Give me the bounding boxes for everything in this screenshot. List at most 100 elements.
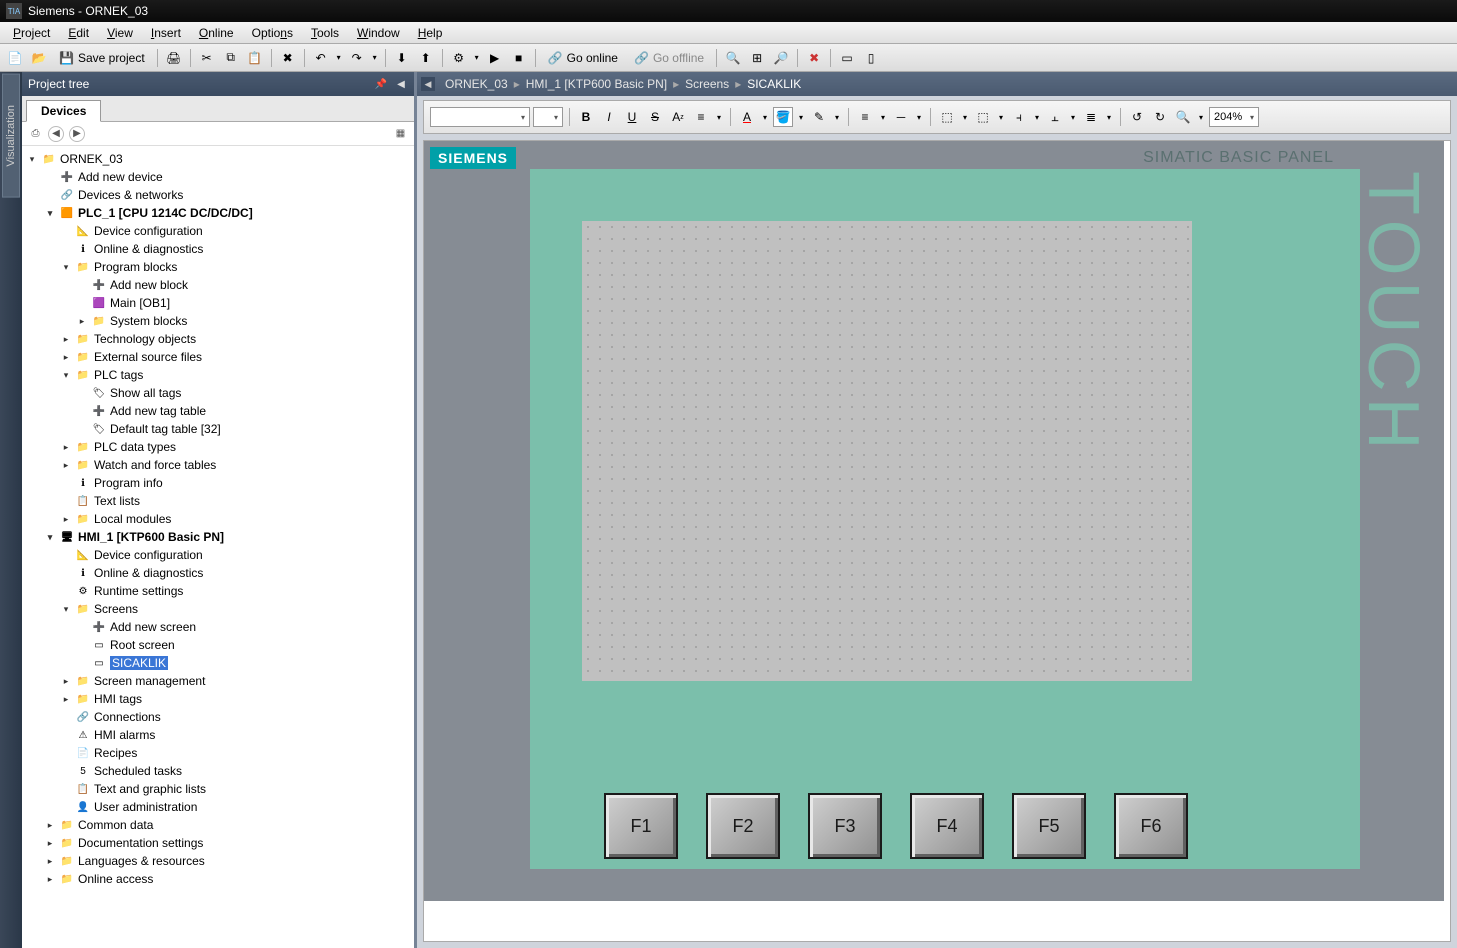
fkey-f6[interactable]: F6 bbox=[1114, 793, 1188, 859]
zoom-fit-dropdown[interactable]: ▾ bbox=[1196, 107, 1206, 127]
tree-plc-data-types[interactable]: ▸📁PLC data types bbox=[22, 438, 414, 456]
tree-collapse-icon[interactable]: ▦ bbox=[393, 126, 408, 141]
tree-runtime-settings[interactable]: ⚙Runtime settings bbox=[22, 582, 414, 600]
devices-tab[interactable]: Devices bbox=[26, 100, 101, 122]
split-vertical-button[interactable]: ▯ bbox=[860, 47, 882, 69]
tree-common-data[interactable]: ▸📁Common data bbox=[22, 816, 414, 834]
breadcrumb-3[interactable]: SICAKLIK bbox=[747, 77, 801, 91]
stop-runtime-button[interactable]: ■ bbox=[508, 47, 530, 69]
strike-button[interactable]: S bbox=[645, 107, 665, 127]
tree-hmi-online[interactable]: ℹOnline & diagnostics bbox=[22, 564, 414, 582]
tree-lang-resources[interactable]: ▸📁Languages & resources bbox=[22, 852, 414, 870]
breadcrumb-1[interactable]: HMI_1 [KTP600 Basic PN] bbox=[526, 77, 667, 91]
tree-hmi[interactable]: ▾🖥HMI_1 [KTP600 Basic PN] bbox=[22, 528, 414, 546]
font-family-combo[interactable]: ▾ bbox=[430, 107, 530, 127]
tree-text-lists[interactable]: 📋Text lists bbox=[22, 492, 414, 510]
layers-button[interactable]: ≣ bbox=[1081, 107, 1101, 127]
new-project-button[interactable]: 📄 bbox=[4, 47, 26, 69]
align-dropdown[interactable]: ▾ bbox=[878, 107, 888, 127]
fill-color-dropdown[interactable]: ▾ bbox=[796, 107, 806, 127]
menu-tools[interactable]: Tools bbox=[302, 24, 348, 42]
tree-show-all-tags[interactable]: 🏷Show all tags bbox=[22, 384, 414, 402]
menu-help[interactable]: Help bbox=[409, 24, 452, 42]
text-props-button[interactable]: ≡ bbox=[691, 107, 711, 127]
tree-online-access[interactable]: ▸📁Online access bbox=[22, 870, 414, 888]
tree-root[interactable]: ▾📁ORNEK_03 bbox=[22, 150, 414, 168]
italic-button[interactable]: I bbox=[599, 107, 619, 127]
tree-hmi-tags[interactable]: ▸📁HMI tags bbox=[22, 690, 414, 708]
undo-button[interactable]: ↶ bbox=[310, 47, 332, 69]
tree-doc-settings[interactable]: ▸📁Documentation settings bbox=[22, 834, 414, 852]
font-color-dropdown[interactable]: ▾ bbox=[760, 107, 770, 127]
send-back-button[interactable]: ⬚ bbox=[973, 107, 993, 127]
tree-main-ob1[interactable]: 🟪Main [OB1] bbox=[22, 294, 414, 312]
tree-scroll[interactable]: ▾📁ORNEK_03 ➕Add new device 🔗Devices & ne… bbox=[22, 146, 414, 948]
cut-button[interactable]: ✂ bbox=[196, 47, 218, 69]
tree-fwd-icon[interactable]: ▶ bbox=[69, 126, 85, 142]
go-offline-button[interactable]: 🔗 Go offline bbox=[627, 47, 711, 69]
distribute-button[interactable]: ⫠ bbox=[1045, 107, 1065, 127]
zoom-fit-button[interactable]: 🔍 bbox=[1173, 107, 1193, 127]
tree-scheduled-tasks[interactable]: 5Scheduled tasks bbox=[22, 762, 414, 780]
underline-button[interactable]: U bbox=[622, 107, 642, 127]
align-obj-button[interactable]: ⫞ bbox=[1009, 107, 1029, 127]
menu-edit[interactable]: Edit bbox=[59, 24, 98, 42]
breadcrumb-2[interactable]: Screens bbox=[685, 77, 729, 91]
rotate-left-button[interactable]: ↺ bbox=[1127, 107, 1147, 127]
align-obj-dropdown[interactable]: ▾ bbox=[1032, 107, 1042, 127]
menu-insert[interactable]: Insert bbox=[142, 24, 190, 42]
tree-add-device[interactable]: ➕Add new device bbox=[22, 168, 414, 186]
border-button[interactable]: ─ bbox=[891, 107, 911, 127]
tree-screen-mgmt[interactable]: ▸📁Screen management bbox=[22, 672, 414, 690]
tree-default-tag-table[interactable]: 🏷Default tag table [32] bbox=[22, 420, 414, 438]
align-button[interactable]: ≡ bbox=[855, 107, 875, 127]
tree-ext-src[interactable]: ▸📁External source files bbox=[22, 348, 414, 366]
delete-button[interactable]: ✖ bbox=[277, 47, 299, 69]
fkey-f2[interactable]: F2 bbox=[706, 793, 780, 859]
menu-window[interactable]: Window bbox=[348, 24, 409, 42]
tree-device-config[interactable]: 📐Device configuration bbox=[22, 222, 414, 240]
font-size-combo[interactable]: ▾ bbox=[533, 107, 563, 127]
line-color-button[interactable]: ✎ bbox=[809, 107, 829, 127]
save-project-button[interactable]: 💾 Save project bbox=[52, 47, 152, 69]
tree-add-tag-table[interactable]: ➕Add new tag table bbox=[22, 402, 414, 420]
tree-sicaklik-screen[interactable]: ▭SICAKLIK bbox=[22, 654, 414, 672]
bold-button[interactable]: B bbox=[576, 107, 596, 127]
border-dropdown[interactable]: ▾ bbox=[914, 107, 924, 127]
menu-project[interactable]: Project bbox=[4, 24, 59, 42]
tree-add-screen[interactable]: ➕Add new screen bbox=[22, 618, 414, 636]
start-runtime-button[interactable]: ▶ bbox=[484, 47, 506, 69]
hmi-screen-area[interactable] bbox=[582, 221, 1192, 681]
tree-recipes[interactable]: 📄Recipes bbox=[22, 744, 414, 762]
text-dropdown[interactable]: ▾ bbox=[714, 107, 724, 127]
visualization-side-tab[interactable]: Visualization bbox=[2, 74, 20, 198]
line-color-dropdown[interactable]: ▾ bbox=[832, 107, 842, 127]
search-button[interactable]: 🔎 bbox=[770, 47, 792, 69]
fkey-f3[interactable]: F3 bbox=[808, 793, 882, 859]
cross-ref-button[interactable]: ⊞ bbox=[746, 47, 768, 69]
tree-program-blocks[interactable]: ▾📁Program blocks bbox=[22, 258, 414, 276]
tree-back-icon[interactable]: ◀ bbox=[48, 126, 64, 142]
fkey-f4[interactable]: F4 bbox=[910, 793, 984, 859]
font-color-button[interactable]: A bbox=[737, 107, 757, 127]
bring-front-button[interactable]: ⬚ bbox=[937, 107, 957, 127]
tree-program-info[interactable]: ℹProgram info bbox=[22, 474, 414, 492]
tree-devices-networks[interactable]: 🔗Devices & networks bbox=[22, 186, 414, 204]
accessible-devices-button[interactable]: 🔍 bbox=[722, 47, 744, 69]
tree-tech-obj[interactable]: ▸📁Technology objects bbox=[22, 330, 414, 348]
upload-button[interactable]: ⬆ bbox=[415, 47, 437, 69]
collapse-left-icon[interactable]: ◀ bbox=[394, 77, 408, 91]
tree-add-block[interactable]: ➕Add new block bbox=[22, 276, 414, 294]
redo-button[interactable]: ↷ bbox=[346, 47, 368, 69]
compile-button[interactable]: ⚙ bbox=[448, 47, 470, 69]
print-button[interactable]: 🖨 bbox=[163, 47, 185, 69]
tree-hmi-alarms[interactable]: ⚠HMI alarms bbox=[22, 726, 414, 744]
breadcrumb-0[interactable]: ORNEK_03 bbox=[445, 77, 508, 91]
tree-text-graphic[interactable]: 📋Text and graphic lists bbox=[22, 780, 414, 798]
paste-button[interactable]: 📋 bbox=[244, 47, 266, 69]
menu-options[interactable]: Options bbox=[243, 24, 302, 42]
go-online-button[interactable]: 🔗 Go online bbox=[541, 47, 625, 69]
rotate-right-button[interactable]: ↻ bbox=[1150, 107, 1170, 127]
tree-hmi-devcfg[interactable]: 📐Device configuration bbox=[22, 546, 414, 564]
tree-new-icon[interactable]: ⎙ bbox=[28, 126, 43, 141]
